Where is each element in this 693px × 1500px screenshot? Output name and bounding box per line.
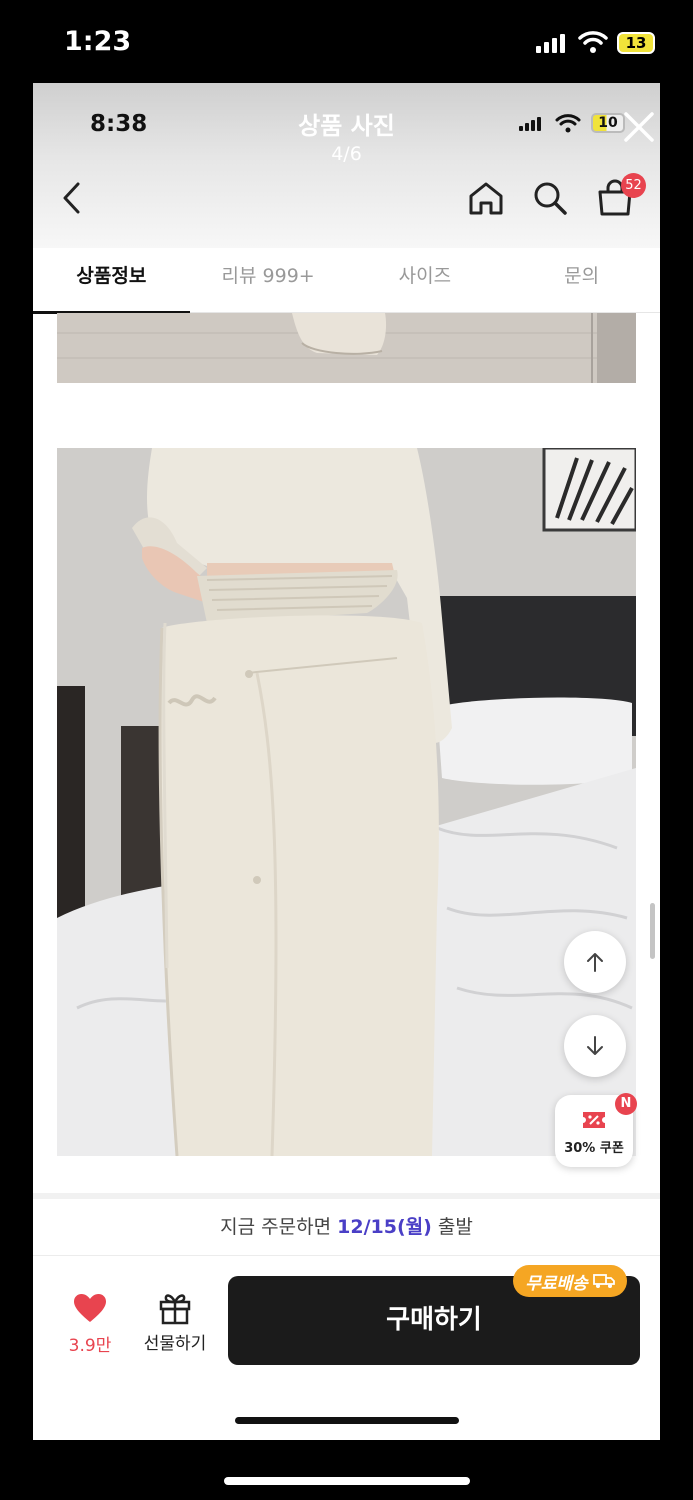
outer-signal-icon <box>536 34 565 53</box>
shipping-notice: 지금 주문하면 12/15(월) 출발 <box>33 1193 660 1261</box>
truck-icon <box>592 1274 615 1288</box>
product-photo-main <box>57 448 636 1156</box>
like-count: 3.9만 <box>68 1336 112 1356</box>
shipping-prefix: 지금 주문하면 <box>220 1216 338 1238</box>
gift-label: 선물하기 <box>143 1334 207 1354</box>
tab-inquiry[interactable]: 문의 <box>503 248 660 312</box>
arrow-up-icon <box>587 953 603 972</box>
scroll-down-button[interactable] <box>564 1015 626 1077</box>
close-icon[interactable] <box>621 109 657 145</box>
gallery-counter: 4/6 <box>331 143 362 165</box>
arrow-down-icon <box>587 1036 603 1055</box>
inner-signal-icon <box>519 117 541 131</box>
home-indicator[interactable] <box>224 1477 470 1485</box>
product-tabs: 상품정보 리뷰 999+ 사이즈 문의 <box>33 248 660 314</box>
search-icon[interactable] <box>530 178 570 218</box>
bottom-divider <box>33 1255 660 1256</box>
gift-icon <box>159 1294 191 1325</box>
outer-battery-icon: 13 <box>617 32 655 54</box>
scroll-up-button[interactable] <box>564 931 626 993</box>
tab-reviews[interactable]: 리뷰 999+ <box>190 248 347 312</box>
back-icon[interactable] <box>53 178 93 218</box>
outer-wifi-icon <box>578 30 608 58</box>
inner-home-indicator <box>235 1417 459 1424</box>
free-shipping-badge: 무료배송 <box>513 1265 627 1297</box>
shipping-date: 12/15(월) <box>337 1216 432 1238</box>
product-gallery-screen: 8:38 상품 사진 4/6 10 52 상품정보 리뷰 999+ 사이즈 문의… <box>33 83 660 1440</box>
like-button[interactable] <box>73 1293 107 1325</box>
cart-count-badge: 52 <box>621 173 646 198</box>
product-photo-partial <box>57 313 636 383</box>
coupon-label: 30% 쿠폰 <box>564 1141 624 1156</box>
coupon-icon <box>583 1112 605 1128</box>
heart-icon <box>74 1294 106 1322</box>
home-icon[interactable] <box>466 178 506 218</box>
tab-product-info[interactable]: 상품정보 <box>33 248 190 314</box>
free-shipping-label: 무료배송 <box>525 1273 588 1294</box>
coupon-new-badge: N <box>615 1093 637 1115</box>
gift-button[interactable] <box>158 1291 192 1325</box>
inner-battery-icon: 10 <box>591 113 625 133</box>
scrollbar-thumb[interactable] <box>650 903 655 959</box>
shipping-suffix: 출발 <box>431 1216 473 1238</box>
inner-wifi-icon <box>555 113 581 137</box>
outer-status-time: 1:23 <box>64 26 132 57</box>
tab-size[interactable]: 사이즈 <box>347 248 504 312</box>
